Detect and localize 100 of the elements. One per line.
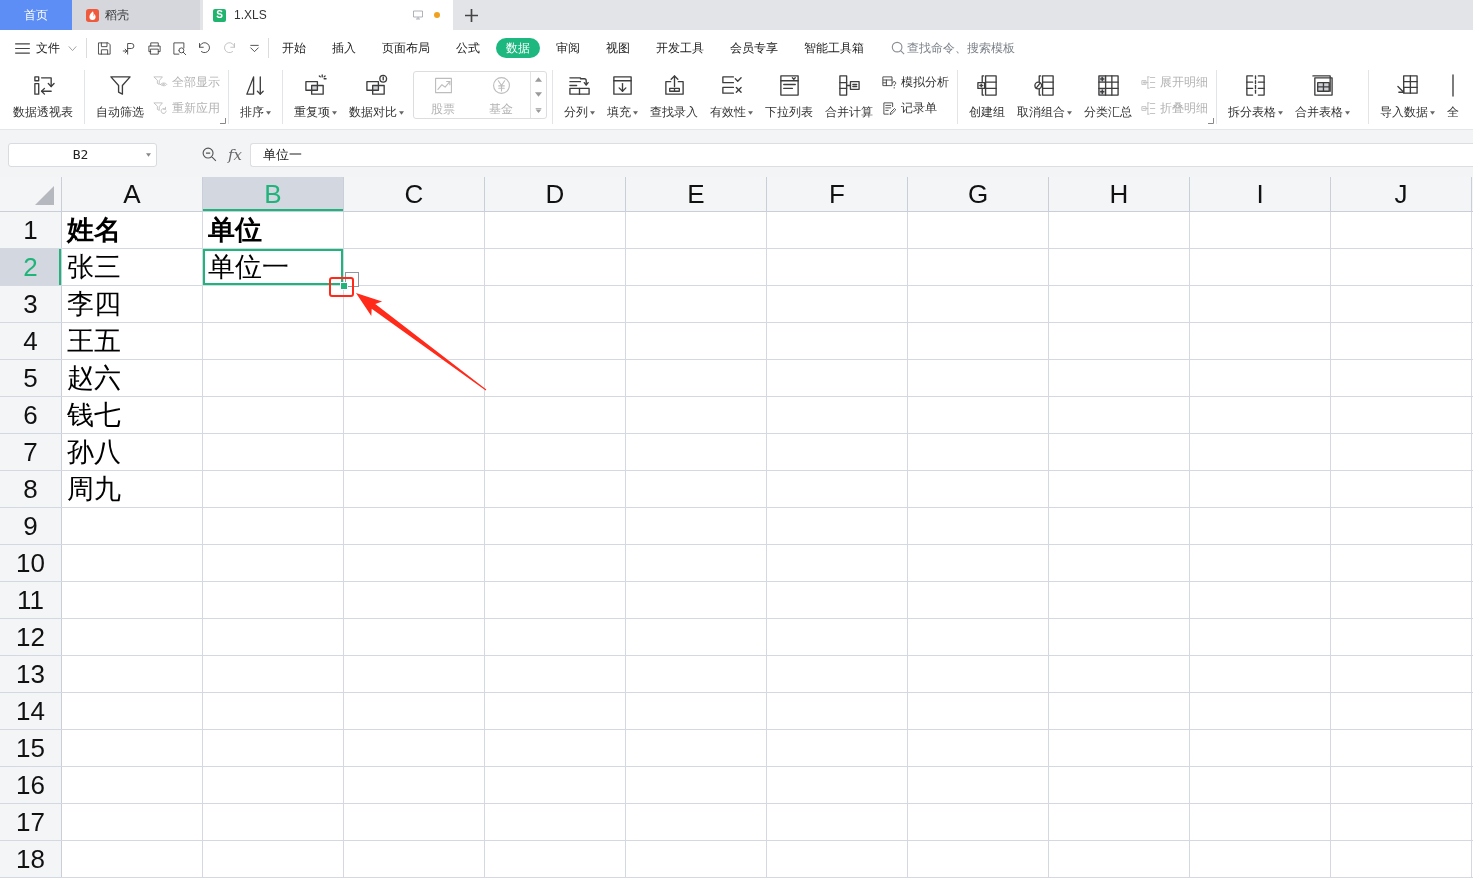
- line-chart-icon: [432, 76, 454, 95]
- row-header[interactable]: 5: [0, 360, 62, 396]
- partial-icon: [1451, 74, 1455, 97]
- ribbon-button[interactable]: 填充: [601, 70, 644, 124]
- ungroup-icon: [1033, 74, 1056, 97]
- fill-handle-icon[interactable]: [340, 282, 348, 290]
- search-field[interactable]: 查找命令、搜索模板: [907, 41, 1019, 55]
- dropdown-caret-icon: [1067, 110, 1072, 115]
- menu-tab[interactable]: 页面布局: [369, 38, 443, 58]
- undo-icon[interactable]: [197, 40, 212, 56]
- ribbon-button[interactable]: 记录单: [879, 95, 952, 121]
- ribbon-button[interactable]: 取消组合: [1011, 70, 1078, 124]
- ribbon-button[interactable]: 排序: [234, 70, 277, 124]
- monitor-icon[interactable]: [412, 9, 424, 21]
- row-header[interactable]: 14: [0, 693, 62, 729]
- consolidate-icon: [837, 74, 861, 97]
- ribbon-button[interactable]: 合并计算: [819, 70, 879, 124]
- expand-icon[interactable]: [535, 107, 542, 113]
- ribbon-button[interactable]: 数据对比: [343, 70, 410, 124]
- row-header[interactable]: 17: [0, 804, 62, 840]
- menu-tab[interactable]: 会员专享: [717, 38, 791, 58]
- select-all-icon[interactable]: [35, 186, 54, 205]
- ribbon-button[interactable]: 创建组: [963, 70, 1011, 124]
- row-header[interactable]: 3: [0, 286, 62, 322]
- sort-icon: [244, 74, 267, 97]
- split-columns-icon: [568, 74, 591, 97]
- dropdown-caret-icon: [1345, 110, 1350, 115]
- print-preview-icon[interactable]: [172, 40, 187, 56]
- ribbon-button[interactable]: 全: [1441, 70, 1459, 124]
- ribbon-button[interactable]: 重复项: [288, 70, 343, 124]
- ribbon-button[interactable]: 数据透视表: [7, 70, 79, 124]
- flame-logo-icon: [86, 8, 99, 22]
- scroll-down-icon[interactable]: [535, 92, 542, 98]
- column-header[interactable]: E: [626, 177, 767, 211]
- ribbon-button[interactable]: 模拟分析: [879, 69, 952, 95]
- function-label[interactable]: fx: [228, 145, 242, 164]
- formula-field[interactable]: 单位一: [250, 142, 1473, 167]
- save-icon[interactable]: [97, 40, 112, 56]
- expand-detail-icon: [1141, 74, 1156, 90]
- row-header[interactable]: 13: [0, 656, 62, 692]
- row-header[interactable]: 12: [0, 619, 62, 655]
- menu-tab[interactable]: 公式: [443, 38, 493, 58]
- column-header[interactable]: H: [1049, 177, 1190, 211]
- row-header[interactable]: 1: [0, 212, 62, 248]
- row-header[interactable]: 15: [0, 730, 62, 766]
- dialog-launcher-icon[interactable]: [220, 118, 226, 124]
- menu-tab[interactable]: 开发工具: [643, 38, 717, 58]
- table-cell: 张三: [62, 249, 203, 285]
- column-header[interactable]: I: [1190, 177, 1331, 211]
- table-question-icon: [882, 74, 897, 90]
- ribbon-button[interactable]: 查找录入: [644, 70, 704, 124]
- column-header[interactable]: J: [1331, 177, 1472, 211]
- row-header[interactable]: 16: [0, 767, 62, 803]
- menu-tab[interactable]: 视图: [593, 38, 643, 58]
- print-icon[interactable]: [147, 40, 162, 56]
- file-menu[interactable]: 文件: [15, 39, 77, 57]
- ribbon-button[interactable]: 下拉列表: [759, 70, 819, 124]
- yen-icon: [490, 76, 512, 95]
- row-header[interactable]: 6: [0, 397, 62, 433]
- menu-tab[interactable]: 开始: [269, 38, 319, 58]
- ribbon-button[interactable]: 自动筛选: [90, 70, 150, 124]
- row-header[interactable]: 4: [0, 323, 62, 359]
- row-header[interactable]: 11: [0, 582, 62, 618]
- plus-icon[interactable]: [465, 8, 478, 22]
- document-tab[interactable]: 稻壳: [72, 0, 200, 30]
- validation-icon: [720, 74, 743, 97]
- table-cell: 孙八: [62, 434, 203, 470]
- ribbon-button[interactable]: 有效性: [704, 70, 759, 124]
- ribbon-button[interactable]: 分类汇总: [1078, 70, 1138, 124]
- row-header[interactable]: 10: [0, 545, 62, 581]
- ribbon-button[interactable]: 分列: [558, 70, 601, 124]
- collapse-detail-icon: [1141, 100, 1156, 116]
- dropdown-list-icon: [777, 74, 801, 97]
- ribbon-button[interactable]: 拆分表格: [1222, 70, 1289, 124]
- menu-tab[interactable]: 插入: [319, 38, 369, 58]
- ribbon-button[interactable]: 合并表格: [1289, 70, 1356, 124]
- row-header[interactable]: 18: [0, 841, 62, 877]
- dialog-launcher-icon[interactable]: [1208, 118, 1214, 124]
- scroll-up-icon[interactable]: [535, 77, 542, 83]
- ribbon-button[interactable]: 导入数据: [1374, 70, 1441, 124]
- filter-icon: [108, 74, 132, 97]
- row-header[interactable]: 9: [0, 508, 62, 544]
- dropdown-caret-icon: [1430, 110, 1435, 115]
- overlapping-squares-icon: [304, 74, 327, 97]
- column-header[interactable]: G: [908, 177, 1049, 211]
- menu-tab[interactable]: 智能工具箱: [791, 38, 877, 58]
- merge-table-icon: [1311, 74, 1334, 97]
- row-header[interactable]: 8: [0, 471, 62, 507]
- search-icon[interactable]: [891, 41, 905, 55]
- column-header[interactable]: D: [485, 177, 626, 211]
- table-cell: 周九: [62, 471, 203, 507]
- name-box[interactable]: B2: [8, 142, 157, 167]
- menu-tab[interactable]: 审阅: [543, 38, 593, 58]
- column-header[interactable]: C: [344, 177, 485, 211]
- row-header[interactable]: 7: [0, 434, 62, 470]
- export-icon[interactable]: [122, 40, 137, 56]
- zoom-out-icon[interactable]: [201, 146, 218, 163]
- column-header[interactable]: F: [767, 177, 908, 211]
- overlapping-squares-icon: [365, 74, 388, 97]
- document-tab[interactable]: S 1.XLS: [203, 0, 453, 30]
